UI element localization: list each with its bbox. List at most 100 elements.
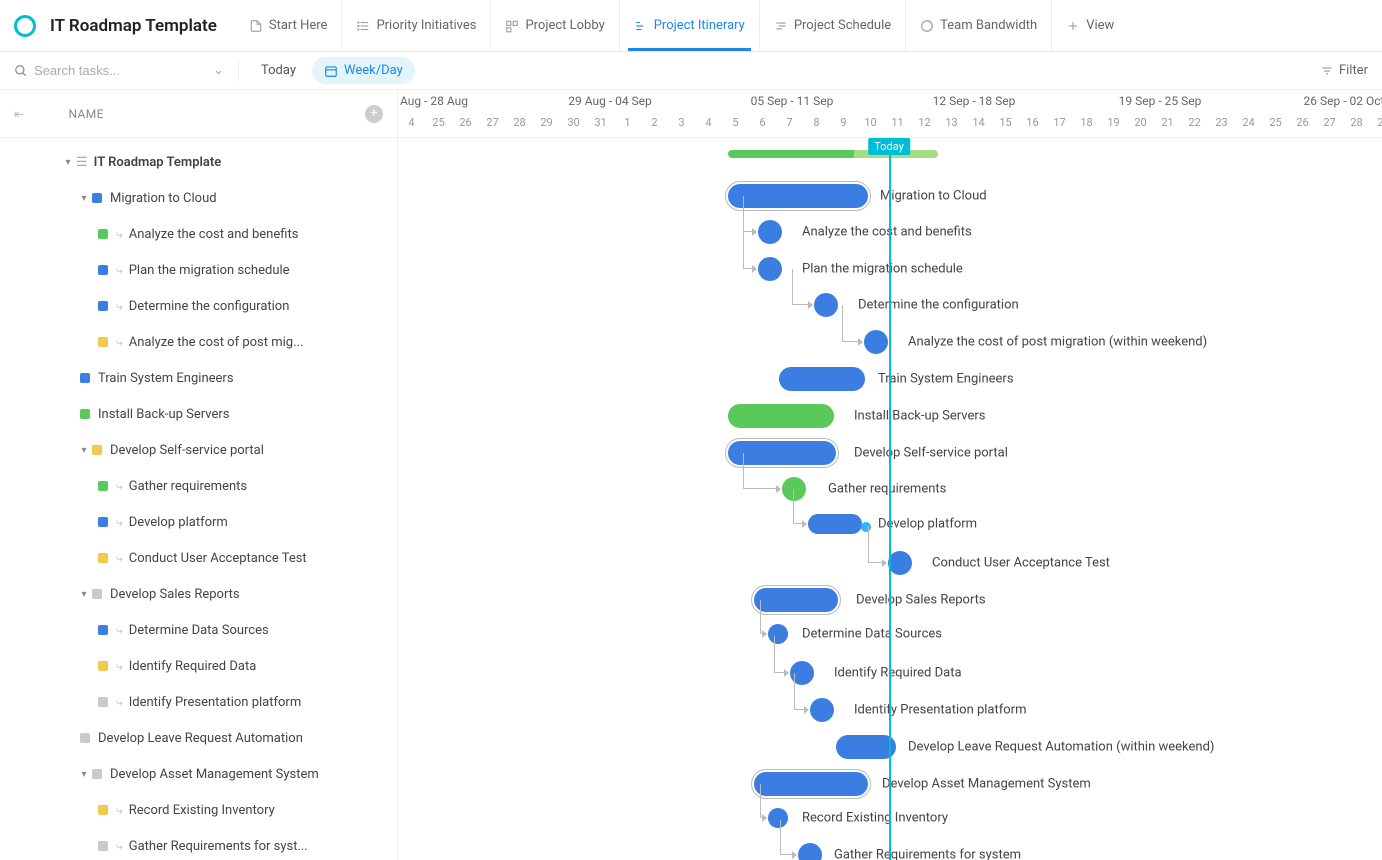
tree-label: Develop platform bbox=[129, 515, 228, 530]
task-tree: ▾☰IT Roadmap Template▾Migration to Cloud… bbox=[0, 138, 397, 860]
day-cell: 4 bbox=[695, 116, 722, 129]
connector bbox=[774, 636, 788, 673]
gantt-bar[interactable] bbox=[754, 588, 838, 612]
tree-label: Develop Leave Request Automation bbox=[98, 731, 303, 746]
tree-row[interactable]: ⤷Develop platform bbox=[0, 504, 397, 540]
weekday-button[interactable]: Week/Day bbox=[312, 57, 415, 84]
gantt-milestone[interactable] bbox=[810, 698, 834, 722]
tree-row[interactable]: ⤷Gather Requirements for syst... bbox=[0, 828, 397, 860]
day-cell: 21 bbox=[1154, 116, 1181, 129]
week-label: 29 Aug - 04 Sep bbox=[568, 94, 652, 108]
connector-arrow-icon bbox=[804, 706, 809, 714]
gantt-bar[interactable] bbox=[808, 514, 862, 534]
subtask-icon: ⤷ bbox=[116, 227, 123, 242]
day-cell: 11 bbox=[884, 116, 911, 129]
tab-team-bandwidth[interactable]: Team Bandwidth bbox=[905, 0, 1051, 51]
gantt-bar-label: Gather Requirements for system bbox=[834, 848, 1021, 860]
tree-row[interactable]: ▾ Develop Asset Management System bbox=[0, 756, 397, 792]
gantt-bar[interactable] bbox=[754, 772, 868, 796]
tree-row[interactable]: ⤷Gather requirements bbox=[0, 468, 397, 504]
tab-start-here[interactable]: Start Here bbox=[235, 0, 342, 51]
tree-row[interactable]: ⤷Analyze the cost and benefits bbox=[0, 216, 397, 252]
day-cell: 20 bbox=[1127, 116, 1154, 129]
subtask-icon: ⤷ bbox=[116, 551, 123, 566]
subtask-icon: ⤷ bbox=[116, 299, 123, 314]
gantt-milestone[interactable] bbox=[888, 551, 912, 575]
gantt-milestone[interactable] bbox=[814, 293, 838, 317]
tree-row[interactable]: ⤷Identify Presentation platform bbox=[0, 684, 397, 720]
tree-row[interactable]: ⤷Plan the migration schedule bbox=[0, 252, 397, 288]
tree-row[interactable]: Develop Leave Request Automation bbox=[0, 720, 397, 756]
connector bbox=[842, 305, 862, 342]
tree-row[interactable]: ⤷Determine the configuration bbox=[0, 288, 397, 324]
tab-priority-initiatives[interactable]: Priority Initiatives bbox=[341, 0, 490, 51]
tree-row[interactable]: ⤷Conduct User Acceptance Test bbox=[0, 540, 397, 576]
tree-row[interactable]: ▾Migration to Cloud bbox=[0, 180, 397, 216]
tree-label: Develop Sales Reports bbox=[110, 587, 240, 602]
tree-row[interactable]: ⤷Determine Data Sources bbox=[0, 612, 397, 648]
gantt-milestone[interactable] bbox=[864, 330, 888, 354]
tab-project-lobby[interactable]: Project Lobby bbox=[490, 0, 618, 51]
gantt-body[interactable]: Today Migration to CloudAnalyze the cost… bbox=[398, 138, 1382, 860]
tabs: Start Here Priority InitiativesProject Lo… bbox=[235, 0, 1128, 51]
day-cell: 28 bbox=[1343, 116, 1370, 129]
tree-row[interactable]: ⤷ Identify Required Data bbox=[0, 648, 397, 684]
day-cell: 14 bbox=[965, 116, 992, 129]
gantt-milestone[interactable] bbox=[758, 220, 782, 244]
subtask-icon: ⤷ bbox=[116, 659, 123, 674]
gantt-bar-label: Develop Asset Management System bbox=[882, 777, 1091, 792]
tree-row[interactable]: ⤷Analyze the cost of post mig... bbox=[0, 324, 397, 360]
app-logo-icon bbox=[14, 15, 36, 37]
tab-label: Start Here bbox=[269, 18, 328, 33]
tree-label: Develop Asset Management System bbox=[110, 767, 319, 782]
caret-icon[interactable]: ▾ bbox=[78, 769, 90, 780]
name-header: NAME bbox=[68, 107, 103, 121]
caret-icon[interactable]: ▾ bbox=[78, 193, 90, 204]
tree-row[interactable]: ⤷Record Existing Inventory bbox=[0, 792, 397, 828]
subtask-icon: ⤷ bbox=[116, 803, 123, 818]
gantt-bar[interactable] bbox=[779, 367, 865, 391]
subtask-icon: ⤷ bbox=[116, 335, 123, 350]
tab-view[interactable]: View bbox=[1051, 0, 1128, 51]
tree-row[interactable]: ▾ Develop Sales Reports bbox=[0, 576, 397, 612]
gantt-milestone[interactable] bbox=[758, 257, 782, 281]
connector-arrow-icon bbox=[762, 814, 767, 822]
divider bbox=[238, 61, 239, 81]
week-label: 19 Sep - 25 Sep bbox=[1119, 94, 1202, 108]
gantt-bar[interactable] bbox=[836, 735, 896, 759]
search-icon bbox=[14, 64, 28, 78]
search-input[interactable] bbox=[34, 63, 184, 78]
day-cell: 19 bbox=[1100, 116, 1127, 129]
tree-row[interactable]: Train System Engineers bbox=[0, 360, 397, 396]
gantt-bar-label: Develop Self-service portal bbox=[854, 446, 1008, 461]
tree-row[interactable]: Install Back-up Servers bbox=[0, 396, 397, 432]
caret-icon[interactable]: ▾ bbox=[62, 157, 74, 168]
add-button[interactable]: + bbox=[365, 105, 383, 123]
tab-project-schedule[interactable]: Project Schedule bbox=[759, 0, 905, 51]
status-icon bbox=[98, 337, 108, 347]
day-cell: 10 bbox=[857, 116, 884, 129]
list-icon: ☰ bbox=[76, 155, 88, 170]
tab-project-itinerary[interactable]: Project Itinerary bbox=[619, 0, 759, 51]
gantt-header: Aug - 28 Aug29 Aug - 04 Sep05 Sep - 11 S… bbox=[398, 90, 1382, 138]
gantt-bar[interactable] bbox=[728, 404, 834, 428]
subtask-icon: ⤷ bbox=[116, 479, 123, 494]
connector-arrow-icon bbox=[792, 851, 797, 859]
collapse-icon[interactable]: ⇤ bbox=[14, 107, 24, 121]
search-wrap[interactable]: ⌄ bbox=[14, 63, 224, 78]
caret-icon[interactable]: ▾ bbox=[78, 589, 90, 600]
gantt-bar-label: Analyze the cost of post migration (with… bbox=[908, 335, 1207, 350]
caret-icon[interactable]: ▾ bbox=[78, 445, 90, 456]
tab-label: Project Schedule bbox=[794, 18, 891, 33]
tree-label: IT Roadmap Template bbox=[94, 155, 222, 170]
tree-row[interactable]: ▾☰ IT Roadmap Template bbox=[0, 144, 397, 180]
tree-row[interactable]: ▾Develop Self-service portal bbox=[0, 432, 397, 468]
today-button[interactable]: Today bbox=[253, 59, 304, 82]
filter-button[interactable]: Filter bbox=[1321, 63, 1368, 78]
day-cell: 18 bbox=[1073, 116, 1100, 129]
chevron-down-icon[interactable]: ⌄ bbox=[213, 63, 224, 78]
gantt-milestone[interactable] bbox=[798, 843, 822, 860]
tree-label: Identify Required Data bbox=[129, 659, 257, 674]
gantt-bar-label: Identify Required Data bbox=[834, 666, 962, 681]
tab-label: Team Bandwidth bbox=[940, 18, 1037, 33]
